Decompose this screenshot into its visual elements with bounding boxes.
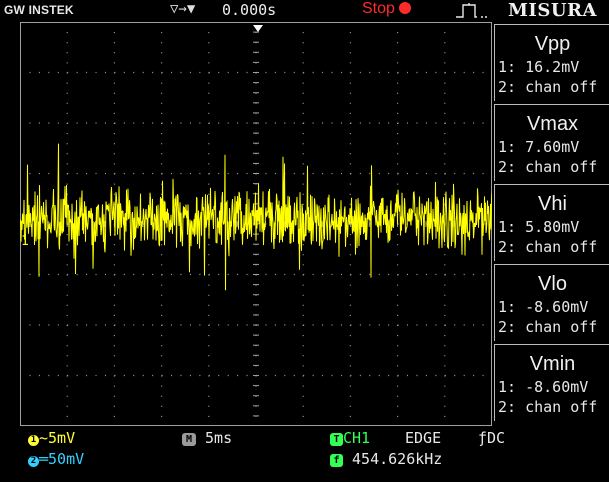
measurement-title: Vhi	[538, 193, 567, 215]
top-status-bar: GW INSTEK ▽→▼ 0.000s Stop MISURA	[0, 0, 609, 22]
ch2-badge-icon: 2	[28, 456, 39, 467]
trigger-point-marker-icon	[253, 25, 263, 32]
measurement-ch2-value: 2: chan off	[498, 158, 598, 176]
timebase-value: 5ms	[205, 429, 233, 447]
measurement-title: Vmax	[526, 113, 579, 135]
measurement-title: Vpp	[534, 33, 571, 55]
measurement-ch1-value: 1: 7.60mV	[498, 138, 580, 156]
trigger-edge-icon	[455, 2, 491, 24]
ch1-scale-value: ~5mV	[39, 429, 76, 447]
measurement-ch1-value: 1: -8.60mV	[498, 378, 589, 396]
trigger-type[interactable]: EDGE	[405, 429, 441, 447]
frequency-badge-icon: f	[330, 454, 343, 467]
measurement-vmin[interactable]: Vmin 1: -8.60mV 2: chan off	[494, 344, 609, 421]
waveform-graticule	[20, 22, 492, 426]
measurement-ch2-value: 2: chan off	[498, 398, 598, 416]
stop-dot-icon	[398, 2, 411, 14]
measurement-vpp[interactable]: Vpp 1: 16.2mV 2: chan off	[494, 24, 609, 101]
run-state-label: Stop	[362, 0, 395, 17]
frequency-value: 454.626kHz	[352, 450, 443, 468]
measurement-ch1-value: 1: -8.60mV	[498, 298, 589, 316]
measurement-vlo[interactable]: Vlo 1: -8.60mV 2: chan off	[494, 264, 609, 341]
ch1-scale[interactable]: 1 ~5mV	[28, 429, 75, 447]
bottom-status-bar: 1 ~5mV 2 ═50mV M 5ms T CH1 EDGE ƒDC f 454.6…	[0, 428, 609, 482]
trigger-source[interactable]: T CH1	[330, 429, 370, 447]
run-state-indicator: Stop	[362, 0, 411, 18]
measurement-ch2-value: 2: chan off	[498, 78, 598, 96]
timebase[interactable]: M 5ms	[182, 429, 232, 447]
measurement-vhi[interactable]: Vhi 1: 5.80mV 2: chan off	[494, 184, 609, 261]
trigger-source-value: CH1	[343, 429, 371, 447]
ch2-scale[interactable]: 2 ═50mV	[28, 450, 84, 468]
measurement-ch2-value: 2: chan off	[498, 238, 598, 256]
waveform-display[interactable]: 1	[20, 22, 492, 426]
ch1-badge-icon: 1	[28, 435, 39, 446]
trigger-coupling-value: DC	[487, 429, 506, 447]
horizontal-position-readout: 0.000s	[222, 1, 277, 19]
frequency-counter: f 454.626kHz	[330, 450, 442, 468]
trigger-badge-icon: T	[330, 433, 343, 446]
ch2-scale-value: ═50mV	[39, 450, 85, 468]
measurement-panel: Vpp 1: 16.2mV 2: chan off Vmax 1: 7.60mV…	[494, 24, 609, 428]
trigger-coupling[interactable]: ƒDC	[478, 429, 505, 447]
main-timebase-icon: M	[182, 433, 196, 446]
measurement-ch1-value: 1: 5.80mV	[498, 218, 580, 236]
measurement-title: Vmin	[529, 353, 576, 375]
measurement-vmax[interactable]: Vmax 1: 7.60mV 2: chan off	[494, 104, 609, 181]
measurement-title: Vlo	[538, 273, 567, 295]
measurement-ch2-value: 2: chan off	[498, 318, 598, 336]
misura-label: MISURA	[508, 0, 597, 21]
ch1-ground-marker: 1	[21, 234, 29, 249]
brand-logo: GW INSTEK	[4, 3, 74, 17]
rising-edge-icon: ƒ	[478, 429, 488, 447]
trigger-position-indicator: ▽→▼	[170, 1, 196, 17]
ch1-waveform	[20, 143, 492, 291]
measurement-ch1-value: 1: 16.2mV	[498, 58, 580, 76]
